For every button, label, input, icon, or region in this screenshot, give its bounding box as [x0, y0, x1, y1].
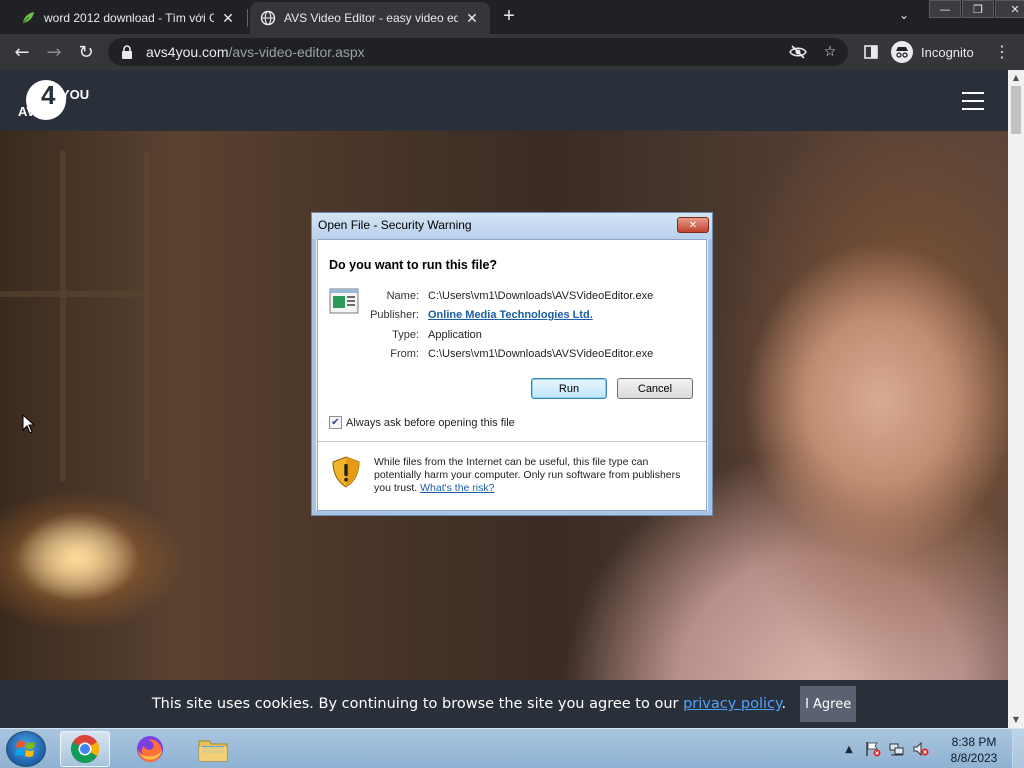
more-menu-icon[interactable]: ⋮: [994, 42, 1010, 62]
tab-title: word 2012 download - Tìm với G: [44, 11, 214, 25]
windows-logo-icon: [15, 741, 35, 757]
url-text: avs4you.com/avs-video-editor.aspx: [146, 44, 365, 60]
scroll-up-arrow-icon[interactable]: ▲: [1008, 70, 1024, 86]
forward-arrow-icon[interactable]: →: [42, 40, 66, 64]
i-agree-button[interactable]: I Agree: [800, 686, 857, 722]
tab-close-icon[interactable]: ✕: [464, 10, 480, 26]
eye-off-icon[interactable]: [788, 42, 808, 62]
svg-text:YOU: YOU: [61, 87, 89, 102]
always-ask-label: Always ask before opening this file: [346, 416, 515, 429]
side-panel-icon[interactable]: [862, 43, 880, 61]
avs4you-logo[interactable]: 4 AVS YOU: [18, 80, 90, 122]
incognito-indicator[interactable]: Incognito: [891, 39, 974, 65]
globe-icon: [260, 10, 276, 26]
incognito-label: Incognito: [921, 44, 974, 60]
network-icon[interactable]: [888, 740, 906, 758]
from-row: From: C:\Users\vm1\Downloads\AVSVideoEdi…: [364, 345, 653, 365]
mouse-cursor-icon: [22, 414, 36, 434]
always-ask-checkbox[interactable]: ✔: [329, 416, 342, 429]
restore-button[interactable]: ❐: [962, 0, 994, 18]
window-controls: — ❐ ✕: [928, 0, 1024, 18]
warning-shield-icon: [332, 456, 360, 488]
taskbar-clock[interactable]: 8:38 PM 8/8/2023: [945, 734, 1003, 766]
reload-icon[interactable]: ↻: [74, 40, 98, 64]
scroll-thumb[interactable]: [1011, 86, 1021, 134]
browser-tab-strip: word 2012 download - Tìm với G ✕ AVS Vid…: [0, 0, 1024, 34]
publisher-label: Publisher:: [370, 309, 419, 322]
tab-google-search[interactable]: word 2012 download - Tìm với G ✕: [10, 2, 246, 34]
dialog-titlebar[interactable]: Open File - Security Warning ✕: [312, 213, 712, 239]
start-button[interactable]: [6, 731, 46, 767]
page-scrollbar[interactable]: ▲ ▼: [1008, 70, 1024, 728]
security-warning-dialog: Open File - Security Warning ✕ Do you wa…: [311, 212, 713, 516]
cookie-banner: This site uses cookies. By continuing to…: [0, 680, 1008, 728]
close-window-button[interactable]: ✕: [995, 0, 1024, 18]
name-value: C:\Users\vm1\Downloads\AVSVideoEditor.ex…: [428, 289, 654, 302]
cancel-button[interactable]: Cancel: [617, 378, 693, 399]
name-row: Name: C:\Users\vm1\Downloads\AVSVideoEdi…: [364, 286, 654, 306]
show-hidden-icons-arrow-icon[interactable]: ▲: [840, 740, 858, 758]
dialog-question: Do you want to run this file?: [329, 258, 498, 272]
show-desktop-button[interactable]: [1012, 729, 1024, 768]
new-tab-button[interactable]: +: [498, 6, 520, 28]
dialog-title: Open File - Security Warning: [318, 218, 472, 232]
publisher-row: Publisher: Online Media Technologies Ltd…: [364, 306, 653, 326]
run-button[interactable]: Run: [531, 378, 607, 399]
warning-text: While files from the Internet can be use…: [374, 456, 681, 494]
address-bar[interactable]: avs4you.com/avs-video-editor.aspx ☆: [108, 38, 848, 66]
svg-text:AVS: AVS: [18, 104, 44, 119]
tab-avs-video-editor[interactable]: AVS Video Editor - easy video ed ✕: [250, 2, 490, 34]
privacy-policy-link[interactable]: privacy policy: [683, 696, 781, 712]
taskbar-firefox[interactable]: [125, 731, 175, 767]
scroll-down-arrow-icon[interactable]: ▼: [1008, 712, 1024, 728]
folder-icon: [198, 740, 228, 762]
type-value: Application: [428, 328, 482, 341]
dialog-divider: [318, 441, 706, 442]
always-ask-option[interactable]: ✔ Always ask before opening this file: [329, 416, 515, 429]
tab-search-chevron-icon[interactable]: ⌄: [894, 8, 914, 26]
clock-date: 8/8/2023: [950, 751, 998, 765]
file-properties: Name: C:\Users\vm1\Downloads\AVSVideoEdi…: [364, 286, 653, 364]
firefox-icon: [137, 736, 163, 763]
volume-muted-icon[interactable]: [912, 740, 930, 758]
hamburger-menu-icon[interactable]: [962, 92, 984, 110]
bookmark-star-icon[interactable]: ☆: [820, 42, 840, 62]
site-header: 4 AVS YOU: [0, 70, 1008, 131]
dialog-body: Do you want to run this file? Name: C:\U…: [317, 239, 707, 511]
dialog-close-button[interactable]: ✕: [677, 217, 709, 233]
type-row: Type: Application: [364, 325, 653, 345]
chrome-icon: [71, 735, 99, 763]
tab-close-icon[interactable]: ✕: [220, 10, 236, 26]
back-arrow-icon[interactable]: ←: [10, 40, 34, 64]
action-center-flag-icon[interactable]: [864, 740, 882, 758]
google-leaf-icon: [20, 10, 36, 26]
minimize-button[interactable]: —: [929, 0, 961, 18]
clock-time: 8:38 PM: [951, 735, 997, 749]
taskbar-file-explorer[interactable]: [188, 731, 238, 767]
name-label: Name:: [386, 289, 419, 302]
system-tray: ▲: [840, 737, 936, 761]
from-label: From:: [390, 348, 419, 361]
publisher-link[interactable]: Online Media Technologies Ltd.: [428, 309, 593, 321]
cookie-message: This site uses cookies. By continuing to…: [151, 696, 787, 712]
tab-separator: [247, 9, 248, 27]
application-file-icon: [329, 288, 359, 314]
lock-icon[interactable]: [120, 45, 134, 59]
taskbar-chrome[interactable]: [60, 731, 110, 767]
browser-toolbar: ← → ↻ avs4you.com/avs-video-editor.aspx …: [0, 34, 1024, 70]
from-value: C:\Users\vm1\Downloads\AVSVideoEditor.ex…: [428, 348, 654, 361]
incognito-icon: [891, 41, 913, 63]
tab-title: AVS Video Editor - easy video ed: [284, 11, 458, 25]
whats-the-risk-link[interactable]: What's the risk?: [420, 482, 494, 494]
type-label: Type:: [392, 328, 419, 341]
windows-taskbar: ▲ 8:38 PM 8/8/2023: [0, 728, 1024, 768]
